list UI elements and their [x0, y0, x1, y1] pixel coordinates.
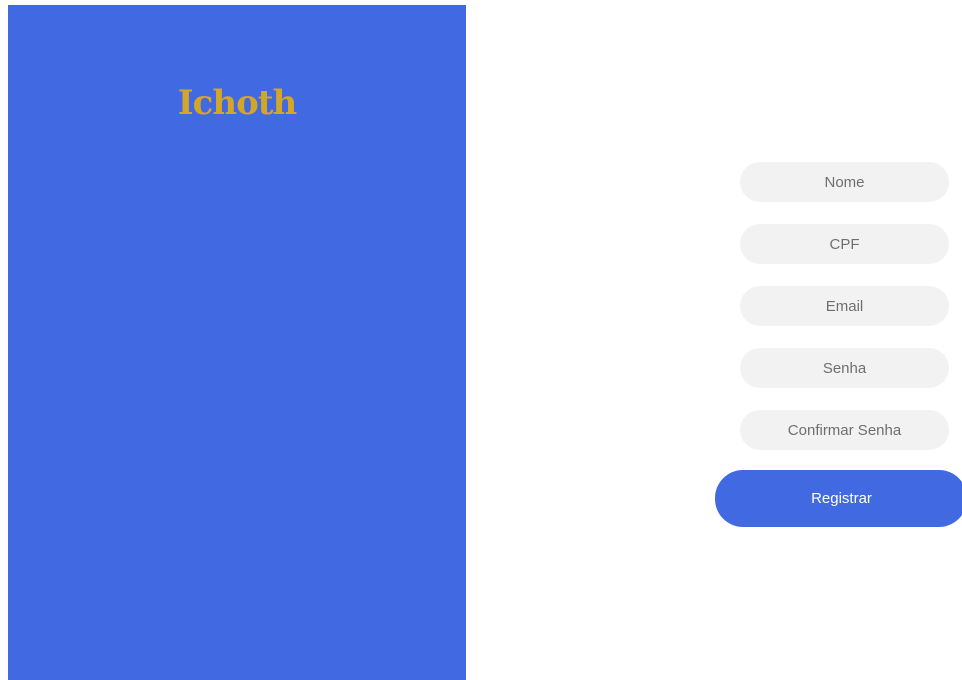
form-wrapper: Registrar	[0, 0, 962, 680]
password-input[interactable]	[740, 348, 949, 388]
register-button[interactable]: Registrar	[715, 470, 962, 527]
name-input[interactable]	[740, 162, 949, 202]
confirm-password-input[interactable]	[740, 410, 949, 450]
register-form: Registrar	[715, 162, 962, 527]
email-input[interactable]	[740, 286, 949, 326]
register-page: Ichoth Registrar	[0, 0, 962, 680]
cpf-input[interactable]	[740, 224, 949, 264]
